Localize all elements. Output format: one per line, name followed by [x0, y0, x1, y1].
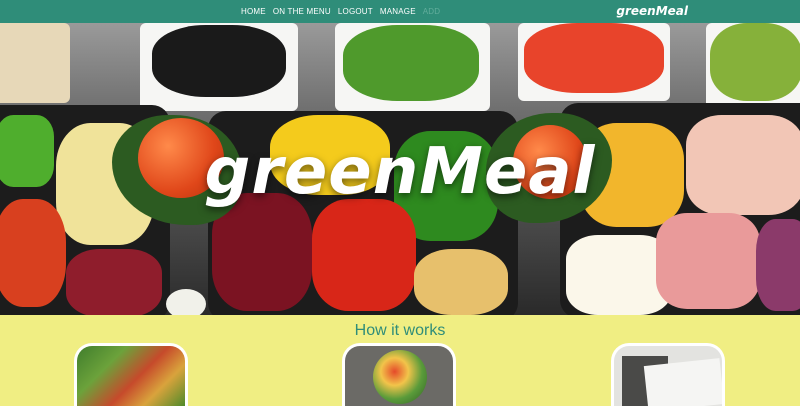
- food-ham-slices: [656, 213, 760, 309]
- bowl-peppers-red: [518, 23, 670, 101]
- nav-links: HOME ON THE MENU LOGOUT MANAGE ADD: [241, 0, 440, 23]
- food-chickpeas: [414, 249, 508, 315]
- nav-manage-link[interactable]: MANAGE: [380, 7, 416, 16]
- bowl-mushrooms: [0, 23, 70, 103]
- bowl-olives: [140, 23, 298, 111]
- food-red-peppers: [312, 199, 416, 311]
- nav-menu-link[interactable]: ON THE MENU: [273, 7, 331, 16]
- hero-title: greenMeal: [204, 135, 596, 209]
- navbar: HOME ON THE MENU LOGOUT MANAGE ADD green…: [0, 0, 800, 23]
- food-red-onion: [756, 219, 800, 311]
- nav-logout-link[interactable]: LOGOUT: [338, 7, 373, 16]
- how-card-salad[interactable]: [342, 343, 456, 406]
- how-card-calendar[interactable]: [611, 343, 725, 406]
- mushroom-white: [166, 289, 206, 315]
- bowl-sprouts: [706, 23, 800, 111]
- nav-add-link[interactable]: ADD: [423, 7, 441, 16]
- food-tomatoes: [0, 199, 66, 307]
- how-card-vegetables[interactable]: [74, 343, 188, 406]
- hero-banner: greenMeal: [0, 23, 800, 315]
- brand-logo[interactable]: greenMeal: [616, 4, 688, 18]
- vegetables-image: [77, 346, 185, 406]
- salad-bowl-image: [345, 346, 453, 406]
- food-beets: [66, 249, 162, 315]
- calendar-image: [614, 346, 722, 406]
- nav-home-link[interactable]: HOME: [241, 7, 266, 16]
- section-title: How it works: [354, 322, 446, 339]
- bowl-broccoli: [335, 23, 490, 111]
